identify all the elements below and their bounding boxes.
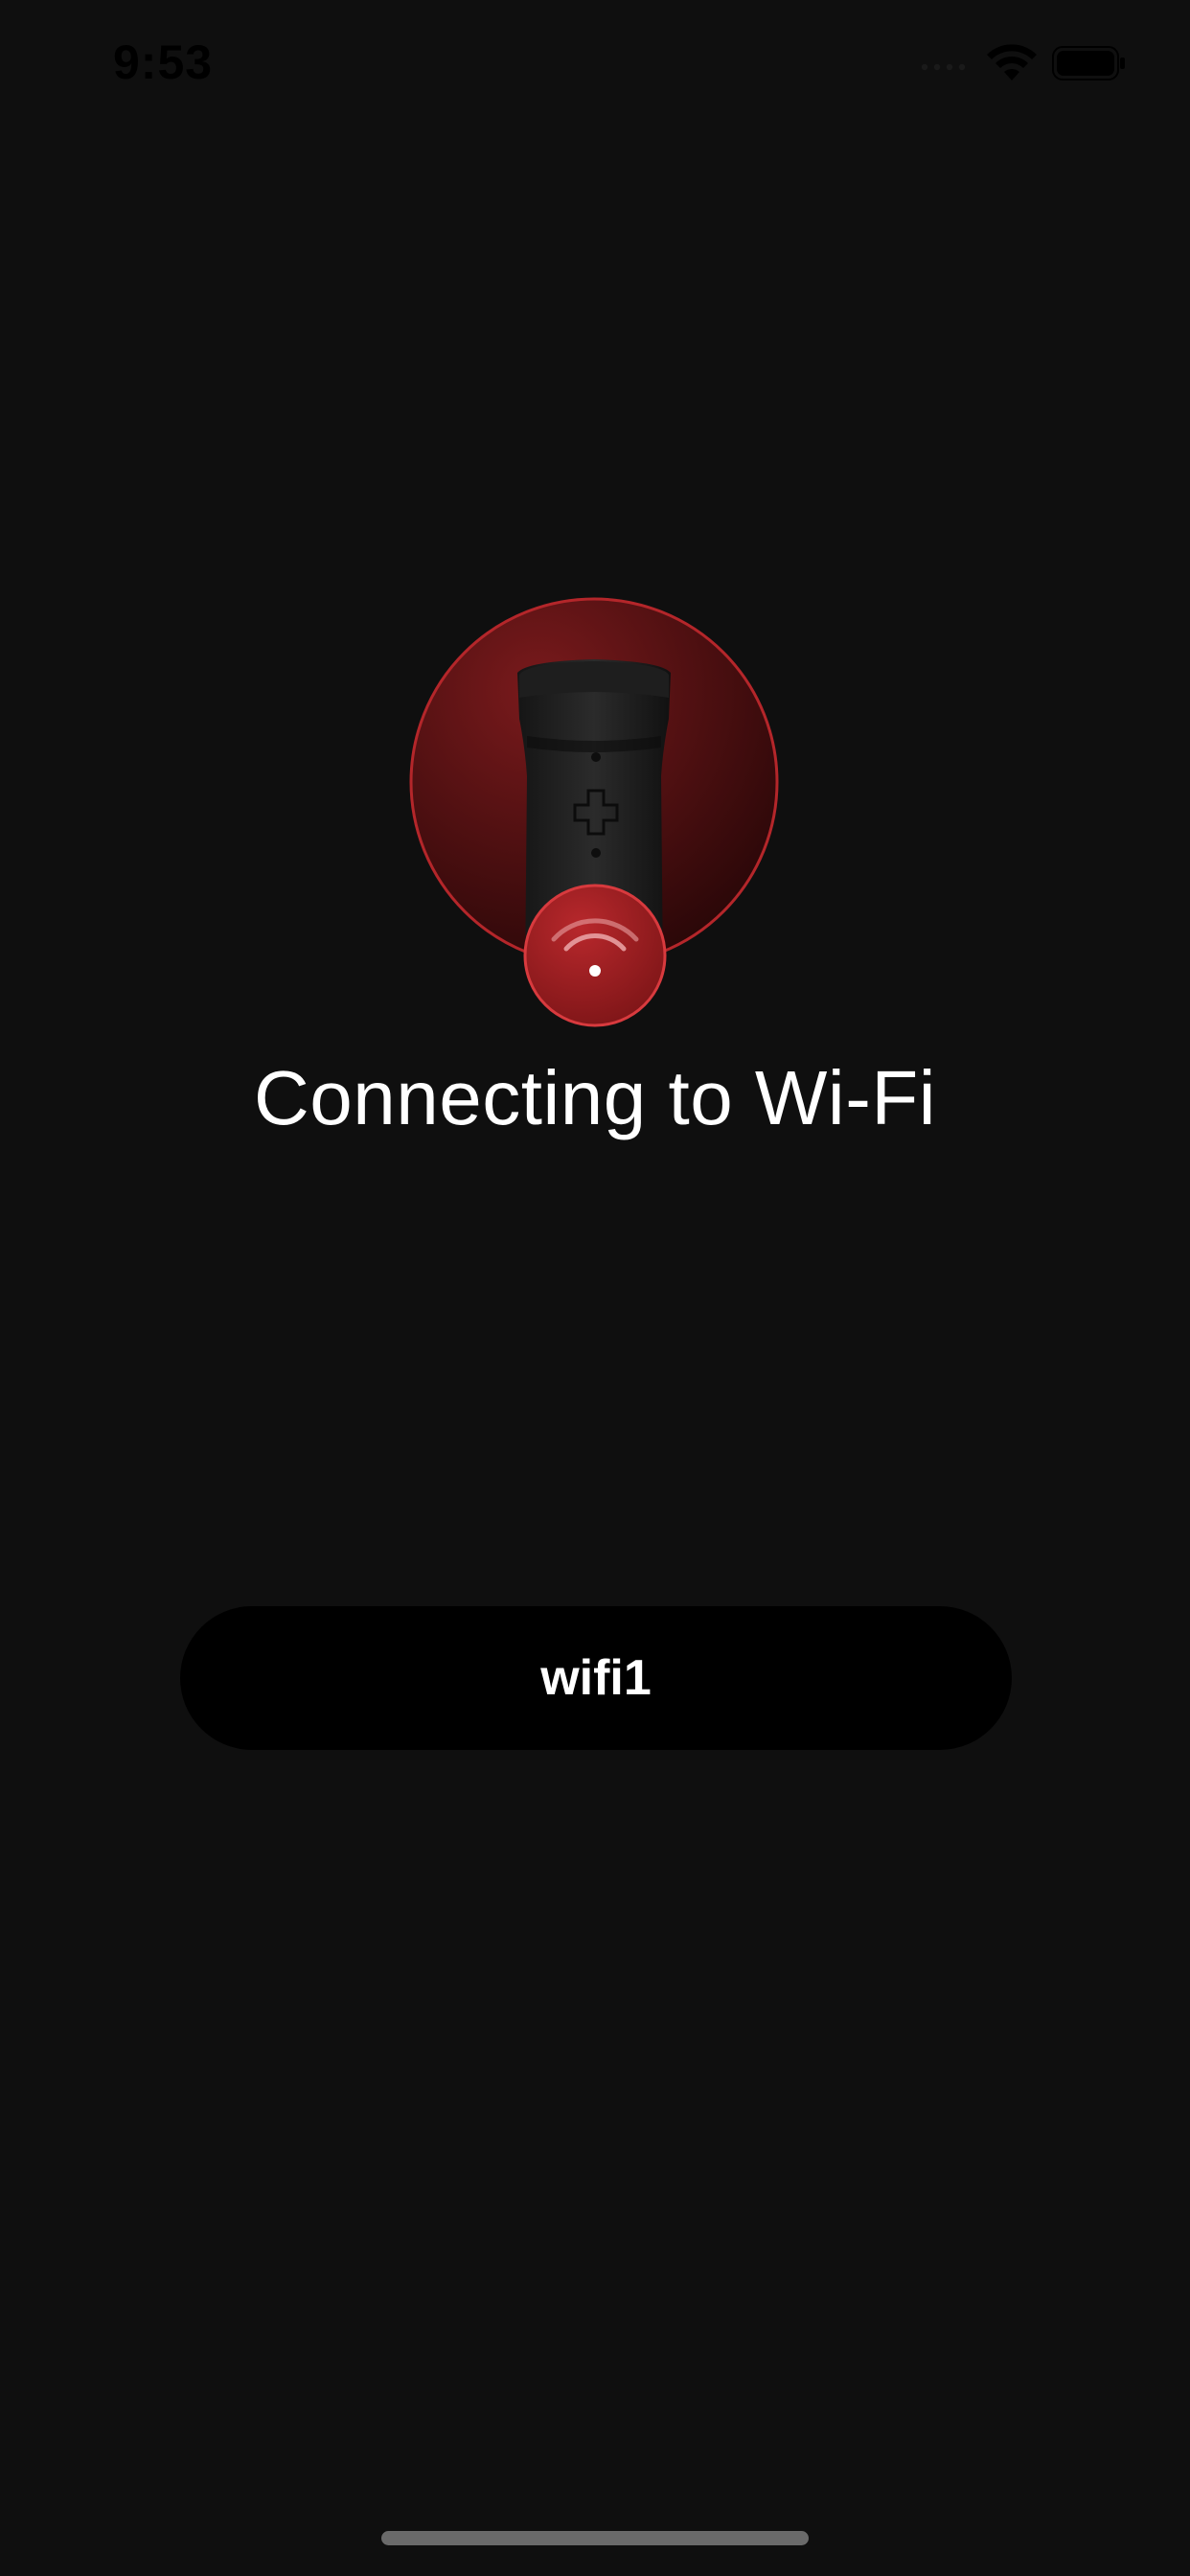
status-bar: 9:53 bbox=[0, 0, 1190, 134]
battery-icon bbox=[1052, 46, 1125, 80]
wifi-icon bbox=[987, 44, 1037, 80]
home-indicator[interactable] bbox=[381, 2531, 809, 2545]
network-name-label: wifi1 bbox=[540, 1650, 652, 1706]
device-illustration bbox=[409, 597, 779, 1027]
page-title: Connecting to Wi-Fi bbox=[254, 1055, 936, 1140]
wifi-badge-icon bbox=[523, 884, 667, 1027]
cellular-signal-icon bbox=[921, 63, 966, 71]
status-time: 9:53 bbox=[113, 35, 214, 89]
network-name-button[interactable]: wifi1 bbox=[180, 1606, 1012, 1750]
